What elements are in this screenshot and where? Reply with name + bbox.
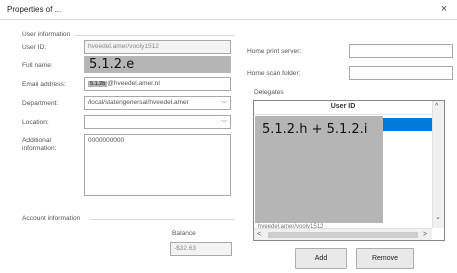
department-select[interactable]: /local/statengenersal/hveedel.amer ﹀ xyxy=(84,96,231,110)
user-id-column-header[interactable]: User ID xyxy=(254,103,432,110)
chevron-down-icon: ﹀ xyxy=(220,121,227,127)
title-bar xyxy=(0,0,457,18)
horizontal-scroll-thumb[interactable] xyxy=(268,232,418,238)
email-field[interactable]: 5.1.2b @hveedel.amer.nl xyxy=(84,77,231,91)
delegates-label: Delegates xyxy=(254,89,284,96)
home-print-server-label: Home print server: xyxy=(247,48,302,55)
delegates-list[interactable]: User ID 5.1.2.h + 5.1.2.i hveedel.amer/v… xyxy=(253,100,445,241)
department-value: /local/statengenersal/hveedel.amer xyxy=(88,99,189,106)
vertical-scrollbar[interactable]: ^ ⌄ xyxy=(432,101,444,228)
add-button[interactable]: Add xyxy=(295,248,347,269)
home-print-server-field[interactable] xyxy=(349,44,453,58)
selected-row-highlight[interactable] xyxy=(383,118,432,131)
additional-info-textarea[interactable]: 0000000000 xyxy=(84,134,231,196)
home-scan-folder-label: Home scan folder: xyxy=(247,70,301,77)
scroll-down-icon[interactable]: ⌄ xyxy=(435,213,441,221)
title-separator xyxy=(0,19,457,20)
additional-info-label: Additional information: xyxy=(22,137,57,152)
full-name-field[interactable]: 5.1.2.e xyxy=(84,56,231,73)
home-scan-folder-field[interactable] xyxy=(349,66,453,80)
user-info-section-label: User information xyxy=(22,31,71,38)
horizontal-scrollbar[interactable]: < > xyxy=(254,228,432,240)
department-label: Department: xyxy=(22,100,59,107)
user-id-field: hveedel.amer/vooly1512 xyxy=(84,40,231,54)
scroll-right-icon[interactable]: > xyxy=(423,231,427,238)
close-icon[interactable]: × xyxy=(437,2,451,16)
delegates-redaction: 5.1.2.h + 5.1.2.i xyxy=(255,116,383,223)
location-label: Location: xyxy=(22,119,49,126)
remove-button[interactable]: Remove xyxy=(356,248,414,269)
location-select[interactable]: ﹀ xyxy=(84,115,231,129)
balance-field: -$32.63 xyxy=(170,242,232,256)
user-info-separator xyxy=(75,35,235,36)
account-info-separator xyxy=(90,219,235,220)
email-label: Email address: xyxy=(22,81,66,88)
user-id-label: User ID: xyxy=(22,44,47,51)
scroll-left-icon[interactable]: < xyxy=(257,231,261,238)
full-name-label: Full name: xyxy=(22,62,53,69)
balance-label: Balance xyxy=(172,230,196,237)
scroll-up-icon[interactable]: ^ xyxy=(435,103,438,110)
chevron-down-icon: ﹀ xyxy=(220,102,227,108)
email-redaction: 5.1.2b xyxy=(88,81,108,87)
email-domain: @hveedel.amer.nl xyxy=(107,80,160,87)
header-separator xyxy=(254,114,432,115)
window-title: Properties of ... xyxy=(7,5,62,14)
account-info-section-label: Account information xyxy=(22,215,81,222)
